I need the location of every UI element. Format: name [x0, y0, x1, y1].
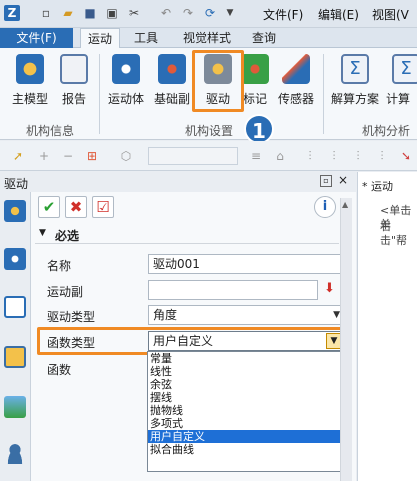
pick-arrow-icon[interactable]: ⬇ [324, 281, 335, 296]
add-icon[interactable]: + [36, 148, 52, 164]
apply-button[interactable]: ☑ [92, 196, 114, 218]
option-constant[interactable]: 常量 [148, 352, 341, 365]
panel-scrollbar[interactable]: ▲ [340, 198, 352, 481]
menu-file[interactable]: 文件(F) [263, 6, 303, 23]
group-label-mechanism-analysis: 机构分析 [362, 124, 411, 138]
sigma-icon: Σ [341, 54, 369, 84]
align-icon-1[interactable]: ⫶ [302, 148, 318, 164]
report-button[interactable]: 报告 [52, 52, 96, 108]
joint-field[interactable] [148, 280, 318, 300]
motion-body-button[interactable]: 运动体 [104, 52, 148, 108]
tab-tools[interactable]: 工具 [126, 28, 166, 48]
report-icon [60, 54, 88, 84]
align-icon-4[interactable]: ⫶ [374, 148, 390, 164]
motion-body-icon [112, 54, 140, 84]
section-title: 必选 [55, 229, 80, 243]
panel-title: 驱动 [4, 177, 29, 191]
option-fitted-curve[interactable]: 拟合曲线 [148, 443, 341, 456]
ribbon-separator [323, 54, 324, 134]
grid-add-icon[interactable]: ⊞ [84, 148, 100, 164]
undo-icon[interactable]: ↶ [158, 5, 174, 21]
dropdown-arrow-icon: ▼ [333, 310, 340, 320]
left-icon-strip [0, 192, 30, 481]
name-label: 名称 [47, 259, 72, 273]
tab-query[interactable]: 查询 [244, 28, 284, 48]
option-linear[interactable]: 线性 [148, 365, 341, 378]
panel-header: 驱动 ▫ × [0, 172, 356, 192]
close-icon[interactable]: × [338, 173, 348, 187]
ok-button[interactable]: ✔ [38, 196, 60, 218]
remove-icon[interactable]: − [60, 148, 76, 164]
filter-combo[interactable] [148, 147, 238, 165]
restore-icon[interactable]: ▫ [320, 175, 332, 187]
option-cycloid[interactable]: 摆线 [148, 391, 341, 404]
group-label-mechanism-info: 机构信息 [26, 124, 75, 138]
align-icon-3[interactable]: ⫶ [350, 148, 366, 164]
tree-tab-icon[interactable] [4, 296, 26, 318]
save-icon[interactable]: ■ [82, 5, 98, 21]
option-cosine[interactable]: 余弦 [148, 378, 341, 391]
pointer-icon[interactable]: ➘ [398, 148, 414, 164]
section-header[interactable]: ▼ 必选 [35, 226, 339, 244]
drive-type-label: 驱动类型 [47, 310, 96, 324]
drive-tab-icon[interactable] [4, 200, 26, 222]
app-logo-icon: Z [4, 5, 20, 21]
new-file-icon[interactable]: ▫ [38, 5, 54, 21]
cube-tab-icon[interactable] [4, 346, 26, 368]
collapse-arrow-icon[interactable]: ▼ [39, 228, 46, 238]
image-tab-icon[interactable] [4, 396, 26, 418]
graphics-area[interactable]: * 运动 <单击右 单击"帮 [357, 172, 417, 481]
open-folder-icon[interactable]: ▰ [60, 5, 76, 21]
tab-motion[interactable]: 运动 [80, 28, 120, 49]
ribbon-tabs: 文件(F) 运动 工具 视觉样式 查询 [0, 28, 417, 49]
print-icon[interactable]: ▣ [104, 5, 120, 21]
redo-icon[interactable]: ↷ [180, 5, 196, 21]
hexagon-icon[interactable]: ⬡ [118, 148, 134, 164]
joint-icon [158, 54, 186, 84]
solve-plan-button[interactable]: Σ 解算方案 [330, 52, 380, 108]
quick-access-bar: Z ▫ ▰ ■ ▣ ✂ ↶ ↷ ⟳ ▼ 文件(F) 编辑(E) 视图(V [0, 0, 417, 28]
ribbon-separator [99, 54, 100, 134]
sensor-button[interactable]: 传感器 [272, 52, 320, 108]
gears-tab-icon[interactable] [4, 248, 26, 270]
dropdown-arrow-icon[interactable]: ▼ [222, 5, 238, 21]
select-arrow-icon[interactable]: ➚ [10, 148, 26, 164]
marker-icon [241, 54, 269, 84]
hint-line-2: 单击"帮 [380, 218, 408, 247]
scroll-up-icon[interactable]: ▲ [342, 200, 348, 209]
callout-1: 1 [244, 114, 274, 144]
func-type-dropdown-list[interactable]: 常量 线性 余弦 摆线 抛物线 多项式 用户自定义 拟合曲线 [147, 351, 342, 472]
joint-label: 运动副 [47, 285, 84, 299]
master-model-button[interactable]: 主模型 [8, 52, 52, 108]
gear-model-icon [16, 54, 44, 84]
option-parabola[interactable]: 抛物线 [148, 404, 341, 417]
layers-icon[interactable]: ≡ [248, 148, 264, 164]
func-label: 函数 [47, 363, 72, 377]
compute-button[interactable]: Σ 计算 [386, 52, 417, 108]
compute-sigma-icon: Σ [392, 54, 417, 84]
name-field[interactable]: 驱动001 [148, 254, 344, 274]
cut-icon[interactable]: ✂ [126, 5, 142, 21]
tab-file[interactable]: 文件(F) [0, 28, 73, 48]
info-button[interactable]: i [314, 196, 336, 218]
graphics-tab-title: * 运动 [362, 180, 393, 193]
align-icon-2[interactable]: ⫶ [326, 148, 342, 164]
menu-edit[interactable]: 编辑(E) [318, 6, 359, 23]
option-user-defined[interactable]: 用户自定义 [148, 430, 341, 443]
drive-highlight-box [192, 50, 244, 112]
stamp-icon[interactable]: ⌂ [272, 148, 288, 164]
refresh-icon[interactable]: ⟳ [202, 5, 218, 21]
group-label-mechanism-setup: 机构设置 [185, 124, 234, 138]
sensor-chart-icon [282, 54, 310, 84]
tab-view-style[interactable]: 视觉样式 [174, 28, 240, 48]
base-connect-button[interactable]: 基础副 [150, 52, 194, 108]
secondary-toolbar: ➚ + − ⊞ ⬡ ≡ ⌂ ⫶ ⫶ ⫶ ⫶ ➘ [0, 141, 417, 171]
cancel-button[interactable]: ✖ [65, 196, 87, 218]
menu-view[interactable]: 视图(V [372, 6, 409, 23]
user-tab-icon[interactable] [4, 442, 26, 464]
option-polynomial[interactable]: 多项式 [148, 417, 341, 430]
drive-type-select[interactable]: 角度 ▼ [148, 305, 344, 325]
